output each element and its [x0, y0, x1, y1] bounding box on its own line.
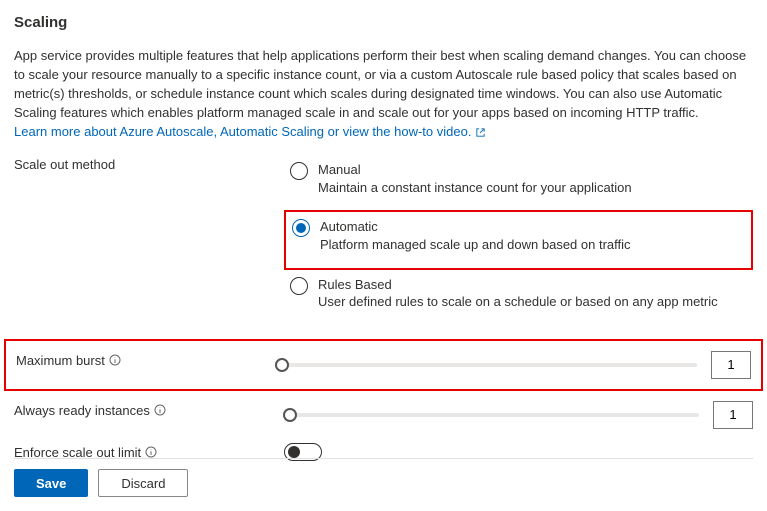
- toggle-knob-icon: [288, 446, 300, 458]
- save-button[interactable]: Save: [14, 469, 88, 497]
- radio-circle-icon: [292, 219, 310, 237]
- always-ready-label: Always ready instances: [14, 403, 150, 418]
- radio-manual-title: Manual: [318, 161, 632, 179]
- maximum-burst-input[interactable]: [711, 351, 751, 379]
- radio-automatic[interactable]: Automatic Platform managed scale up and …: [284, 210, 753, 269]
- discard-button[interactable]: Discard: [98, 469, 188, 497]
- radio-automatic-desc: Platform managed scale up and down based…: [320, 236, 631, 254]
- radio-circle-icon: [290, 277, 308, 295]
- radio-circle-icon: [290, 162, 308, 180]
- radio-automatic-title: Automatic: [320, 218, 631, 236]
- info-icon[interactable]: [109, 354, 121, 366]
- radio-rules-title: Rules Based: [318, 276, 718, 294]
- maximum-burst-slider[interactable]: [276, 363, 697, 367]
- page-title: Scaling: [14, 14, 753, 31]
- slider-thumb-icon[interactable]: [283, 408, 297, 422]
- description-text: App service provides multiple features t…: [14, 47, 753, 122]
- radio-manual-desc: Maintain a constant instance count for y…: [318, 179, 632, 197]
- scale-out-method-label: Scale out method: [14, 155, 284, 172]
- maximum-burst-label: Maximum burst: [16, 353, 105, 368]
- learn-more-link[interactable]: Learn more about Azure Autoscale, Automa…: [14, 124, 486, 139]
- info-icon[interactable]: [154, 404, 166, 416]
- slider-thumb-icon[interactable]: [275, 358, 289, 372]
- radio-rules-desc: User defined rules to scale on a schedul…: [318, 293, 718, 311]
- always-ready-slider[interactable]: [284, 413, 699, 417]
- footer-actions: Save Discard: [14, 458, 753, 497]
- scale-out-method-group: Manual Maintain a constant instance coun…: [284, 155, 753, 324]
- learn-more-text: Learn more about Azure Autoscale, Automa…: [14, 124, 471, 139]
- always-ready-input[interactable]: [713, 401, 753, 429]
- info-icon[interactable]: [145, 446, 157, 458]
- radio-manual[interactable]: Manual Maintain a constant instance coun…: [284, 155, 753, 210]
- radio-rules[interactable]: Rules Based User defined rules to scale …: [284, 270, 753, 325]
- maximum-burst-highlight: Maximum burst: [4, 339, 763, 391]
- external-link-icon: [475, 127, 486, 137]
